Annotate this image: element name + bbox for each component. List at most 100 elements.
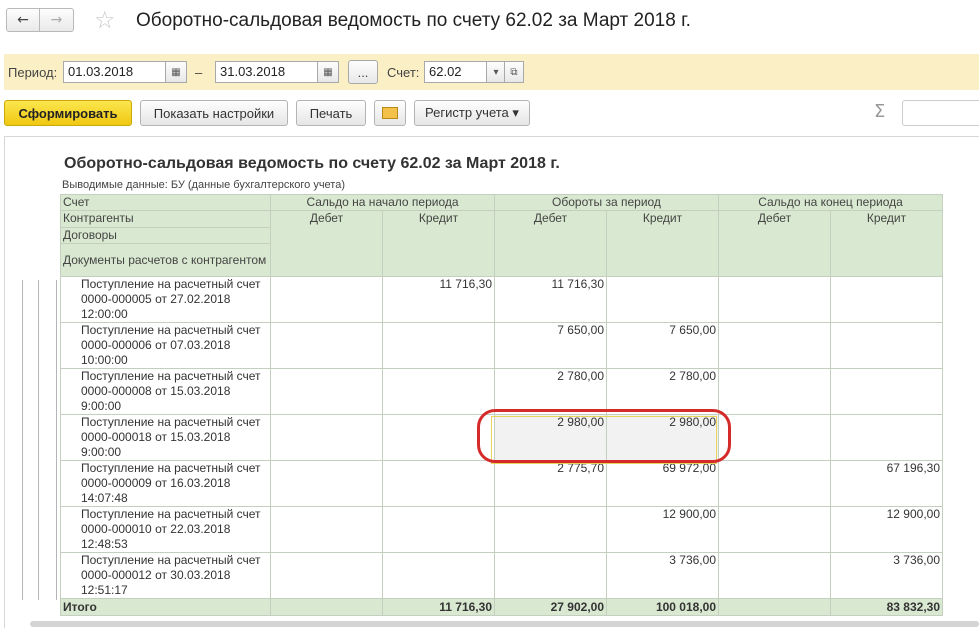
- account-input[interactable]: 62.02: [424, 61, 488, 83]
- cell-open-debit: [270, 506, 383, 553]
- cell-turn-debit: 2 780,00: [494, 368, 607, 415]
- cell-open-credit: [382, 506, 495, 553]
- cell-close-debit: [718, 414, 831, 461]
- header-turnover-debit: Дебет: [494, 210, 607, 277]
- cell-turn-debit: [494, 552, 607, 599]
- cell-close-credit: 67 196,30: [830, 460, 943, 507]
- document-cell: Поступление на расчетный счет 0000-00001…: [60, 552, 271, 599]
- cell-turn-debit: 2 775,70: [494, 460, 607, 507]
- title-bar: ← → ☆ Оборотно-сальдовая ведомость по сч…: [0, 0, 979, 46]
- header-turnover: Обороты за период: [494, 194, 719, 211]
- total-close-debit: [718, 598, 831, 616]
- cell-open-debit: [270, 414, 383, 461]
- total-label: Итого: [60, 598, 271, 616]
- chevron-down-icon: ▾: [493, 66, 499, 78]
- cell-close-credit: [830, 322, 943, 369]
- cell-open-debit: [270, 460, 383, 507]
- table-row[interactable]: Поступление на расчетный счет 0000-00000…: [60, 368, 943, 415]
- cell-close-credit: 12 900,00: [830, 506, 943, 553]
- envelope-icon: [382, 107, 398, 119]
- cell-close-debit: [718, 368, 831, 415]
- header-opening-debit: Дебет: [270, 210, 383, 277]
- show-settings-button[interactable]: Показать настройки: [140, 100, 288, 126]
- table-row[interactable]: Поступление на расчетный счет 0000-00000…: [60, 322, 943, 369]
- document-cell: Поступление на расчетный счет 0000-00001…: [60, 506, 271, 553]
- period-label: Период:: [8, 65, 58, 80]
- highlight-oval: [477, 409, 731, 463]
- cell-turn-credit: 2 780,00: [606, 368, 719, 415]
- header-counterparties: Контрагенты: [60, 210, 271, 228]
- cell-open-debit: [270, 322, 383, 369]
- cell-close-credit: 3 736,00: [830, 552, 943, 599]
- report-subtitle: Выводимые данные: БУ (данные бухгалтерск…: [62, 179, 345, 191]
- table-row[interactable]: Поступление на расчетный счет 0000-00000…: [60, 276, 943, 323]
- total-turn-credit: 100 018,00: [606, 598, 719, 616]
- header-closing-debit: Дебет: [718, 210, 831, 277]
- cell-turn-credit: 69 972,00: [606, 460, 719, 507]
- tree-line: [22, 280, 23, 600]
- header-opening-credit: Кредит: [382, 210, 495, 277]
- toolbar: Сформировать Показать настройки Печать Р…: [0, 96, 979, 132]
- cell-turn-debit: 11 716,30: [494, 276, 607, 323]
- table-row[interactable]: Поступление на расчетный счет 0000-00001…: [60, 506, 943, 553]
- sum-icon[interactable]: Σ: [874, 101, 885, 122]
- account-open-button[interactable]: ⧉: [504, 61, 524, 83]
- total-open-credit: 11 716,30: [382, 598, 495, 616]
- window-title: Оборотно-сальдовая ведомость по счету 62…: [136, 10, 691, 31]
- email-button[interactable]: [374, 100, 406, 126]
- cell-turn-credit: 7 650,00: [606, 322, 719, 369]
- cell-open-credit: [382, 460, 495, 507]
- date-to-input[interactable]: 31.03.2018: [215, 61, 319, 83]
- period-panel: Период: 01.03.2018 ▦ – 31.03.2018 ▦ ... …: [4, 54, 979, 90]
- calendar-icon: ▦: [171, 66, 181, 78]
- search-input[interactable]: [902, 100, 979, 126]
- header-closing-credit: Кредит: [830, 210, 943, 277]
- document-cell: Поступление на расчетный счет 0000-00001…: [60, 414, 271, 461]
- period-select-button[interactable]: ...: [348, 60, 378, 84]
- horizontal-scrollbar[interactable]: [30, 621, 979, 627]
- arrow-right-icon: →: [50, 12, 63, 28]
- table-row[interactable]: Поступление на расчетный счет 0000-00000…: [60, 460, 943, 507]
- cell-close-credit: [830, 368, 943, 415]
- forward-button[interactable]: →: [40, 8, 74, 32]
- account-dropdown-button[interactable]: ▾: [486, 61, 506, 83]
- cell-close-debit: [718, 460, 831, 507]
- calendar-to-button[interactable]: ▦: [317, 61, 339, 83]
- header-closing: Сальдо на конец периода: [718, 194, 943, 211]
- date-from-input[interactable]: 01.03.2018: [63, 61, 167, 83]
- back-button[interactable]: ←: [6, 8, 40, 32]
- cell-close-debit: [718, 322, 831, 369]
- calendar-icon: ▦: [323, 66, 333, 78]
- generate-button[interactable]: Сформировать: [4, 100, 132, 126]
- cell-open-credit: [382, 322, 495, 369]
- total-open-debit: [270, 598, 383, 616]
- header-documents: Документы расчетов с контрагентом: [60, 243, 271, 277]
- cell-turn-credit: [606, 276, 719, 323]
- cell-turn-credit: 3 736,00: [606, 552, 719, 599]
- register-dropdown-button[interactable]: Регистр учета ▾: [414, 100, 530, 126]
- report-title: Оборотно-сальдовая ведомость по счету 62…: [64, 155, 560, 172]
- cell-open-debit: [270, 368, 383, 415]
- document-cell: Поступление на расчетный счет 0000-00000…: [60, 460, 271, 507]
- cell-turn-debit: [494, 506, 607, 553]
- cell-close-debit: [718, 276, 831, 323]
- cell-close-debit: [718, 552, 831, 599]
- cell-close-credit: [830, 276, 943, 323]
- cell-open-credit: [382, 368, 495, 415]
- header-turnover-credit: Кредит: [606, 210, 719, 277]
- print-button[interactable]: Печать: [296, 100, 366, 126]
- document-cell: Поступление на расчетный счет 0000-00000…: [60, 368, 271, 415]
- open-link-icon: ⧉: [510, 66, 518, 78]
- document-cell: Поступление на расчетный счет 0000-00000…: [60, 322, 271, 369]
- total-turn-debit: 27 902,00: [494, 598, 607, 616]
- cell-open-credit: 11 716,30: [382, 276, 495, 323]
- header-contracts: Договоры: [60, 226, 271, 244]
- cell-turn-debit: 7 650,00: [494, 322, 607, 369]
- table-row[interactable]: Поступление на расчетный счет 0000-00001…: [60, 552, 943, 599]
- favorite-star-icon[interactable]: ☆: [94, 6, 116, 34]
- cell-close-credit: [830, 414, 943, 461]
- calendar-from-button[interactable]: ▦: [165, 61, 187, 83]
- period-dash: –: [195, 65, 203, 80]
- tree-line: [56, 280, 57, 600]
- arrow-left-icon: ←: [17, 12, 29, 28]
